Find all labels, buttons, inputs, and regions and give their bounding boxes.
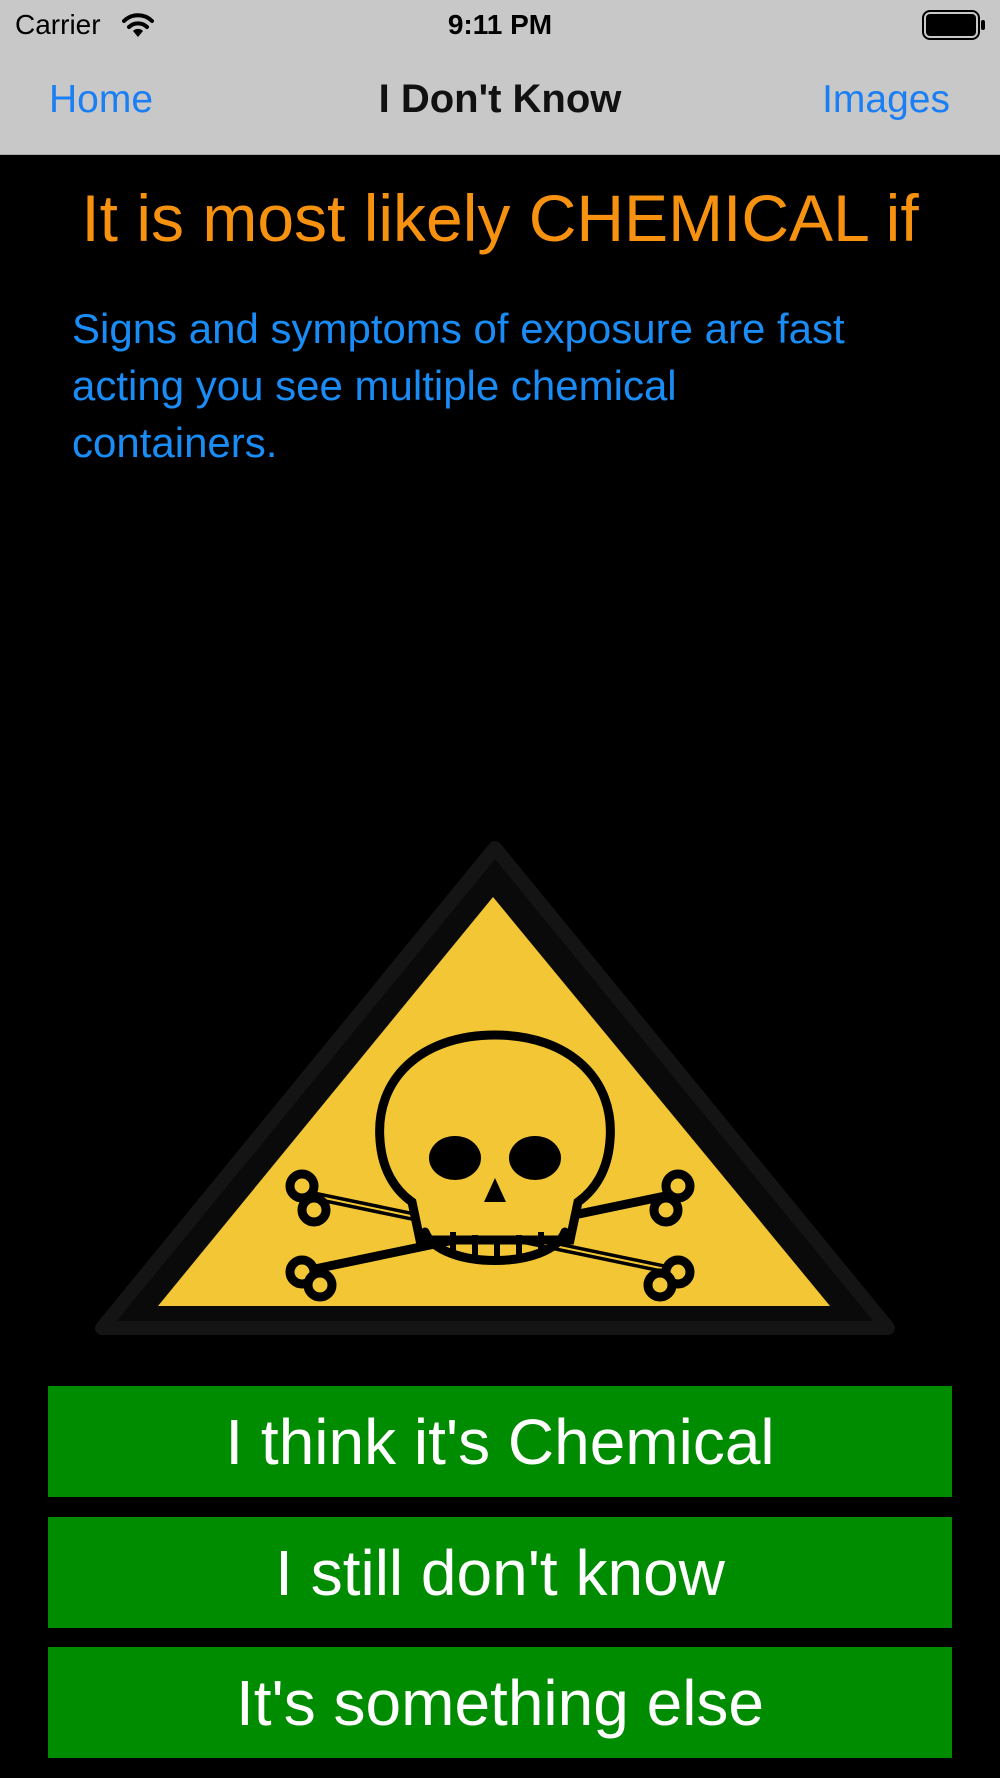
skull-crossbones-warning-icon [95, 841, 895, 1335]
still-dont-know-button[interactable]: I still don't know [48, 1517, 952, 1628]
navigation-bar: Home I Don't Know Images [0, 50, 1000, 155]
images-nav-button[interactable]: Images [822, 78, 950, 122]
status-bar: Carrier 9:11 PM [0, 0, 1000, 50]
clock: 9:11 PM [447, 9, 553, 40]
something-else-button[interactable]: It's something else [48, 1647, 952, 1758]
description-text: Signs and symptoms of exposure are fast … [72, 305, 845, 466]
think-chemical-button[interactable]: I think it's Chemical [48, 1386, 952, 1497]
battery-icon [922, 10, 985, 40]
headline: It is most likely CHEMICAL if [81, 181, 919, 255]
